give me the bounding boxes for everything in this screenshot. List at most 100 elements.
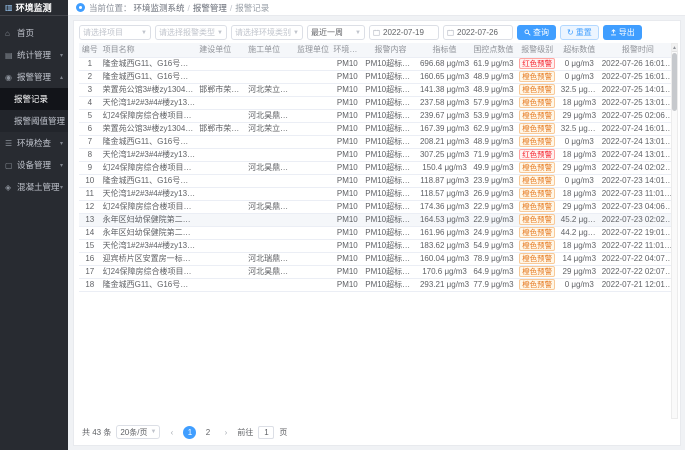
cell-level: 橙色预警 [516, 265, 559, 278]
export-button[interactable]: 导出 [603, 25, 642, 40]
cell-time: 2022-07-21 12:01:35 [600, 278, 676, 291]
alarm-type-select[interactable]: 请选择报警类型 ▼ [155, 25, 227, 40]
cell-project: 隆金城西G11、G16号楼项目 [101, 70, 198, 83]
env-type-select[interactable]: 请选择环境类别 ▼ [231, 25, 303, 40]
cell-value: 160.65 μg/m3 [418, 70, 471, 83]
cell-no: 16 [79, 252, 101, 265]
table-row[interactable]: 2隆金城西G11、G16号楼项目PM10PM10超标报警160.65 μg/m3… [79, 70, 676, 83]
cell-level: 橙色预警 [516, 83, 559, 96]
column-header-level: 报警级别 [516, 43, 559, 57]
table-row[interactable]: 7隆金城西G11、G16号楼项目PM10PM10超标报警208.21 μg/m3… [79, 135, 676, 148]
cell-excess: 0 μg/m3 [559, 57, 600, 70]
column-header-builder: 建设单位 [197, 43, 246, 57]
table-row[interactable]: 6荣置苑公馆3#楼zy130469..邯郸市荣晟房地产..河北荣立建筑工..PM… [79, 122, 676, 135]
cell-constructor: 河北荣立建筑工.. [246, 83, 295, 96]
table-row[interactable]: 3荣置苑公馆3#楼zy130469..邯郸市荣晟房地产..河北荣立建筑工..PM… [79, 83, 676, 96]
cell-time: 2022-07-25 16:01:29 [600, 70, 676, 83]
cell-excess: 0 μg/m3 [559, 174, 600, 187]
sidebar-item-label: 环境检查 [17, 137, 51, 149]
cell-env: PM10 [331, 278, 363, 291]
goto-page-input[interactable] [258, 426, 274, 439]
cell-project: 幻24保障房综合楼项目续建.. [101, 161, 198, 174]
sidebar-item-alarm-threshold[interactable]: 报警阈值管理 [0, 110, 68, 132]
cell-no: 8 [79, 148, 101, 161]
cell-value: 160.04 μg/m3 [418, 252, 471, 265]
project-select[interactable]: 请选择项目 ▼ [79, 25, 151, 40]
breadcrumb-item-records: 报警记录 [235, 2, 269, 14]
search-button[interactable]: 查询 [517, 25, 556, 40]
sidebar-item-alarm-management[interactable]: ◉ 报警管理 ▴ [0, 66, 68, 88]
cell-no: 18 [79, 278, 101, 291]
table-row[interactable]: 10隆金城西G11、G16号楼项目PM10PM10超标报警118.87 μg/m… [79, 174, 676, 187]
table-row[interactable]: 4天伦湾1#2#3#4#楼zy13042..PM10PM10超标报警237.58… [79, 96, 676, 109]
alarm-level-badge: 橙色预警 [519, 84, 555, 95]
table-row[interactable]: 1隆金城西G11、G16号楼项目PM10PM10超标报警696.68 μg/m3… [79, 57, 676, 70]
table-row[interactable]: 5幻24保障房综合楼项目续建..河北昊鼎建筑工..PM10PM10超标报警239… [79, 109, 676, 122]
cell-level: 橙色预警 [516, 109, 559, 122]
cell-excess: 0 μg/m3 [559, 135, 600, 148]
sidebar-item-env-inspection[interactable]: ☰ 环境检查 ▾ [0, 132, 68, 154]
table-row[interactable]: 8天伦湾1#2#3#4#楼zy13042..PM10PM10超标报警307.25… [79, 148, 676, 161]
cell-excess: 29 μg/m3 [559, 200, 600, 213]
cell-time: 2022-07-22 04:07:03 [600, 252, 676, 265]
cell-constructor [246, 135, 295, 148]
cell-national: 61.9 μg/m3 [471, 57, 515, 70]
sidebar-item-home[interactable]: ⌂ 首页 [0, 22, 68, 44]
scrollbar-up-arrow-icon[interactable]: ▲ [672, 44, 677, 52]
table-row[interactable]: 16迎宾桥片区安置房一标段zb..河北瑞鼎建设集..PM10PM10超标报警16… [79, 252, 676, 265]
breadcrumb-item-alarm[interactable]: 报警管理 [193, 2, 227, 14]
chevron-down-icon: ▼ [150, 429, 156, 435]
cell-content: PM10超标报警 [363, 135, 418, 148]
prev-page-button[interactable]: ‹ [165, 426, 178, 439]
table-row[interactable]: 9幻24保障房综合楼项目续建..河北昊鼎建筑工..PM10PM10超标报警150… [79, 161, 676, 174]
table-row[interactable]: 17幻24保障房综合楼项目续建..河北昊鼎建筑工..PM10PM10超标报警17… [79, 265, 676, 278]
next-page-button[interactable]: › [219, 426, 232, 439]
sidebar-item-concrete-management[interactable]: ◈ 混凝土管理 ▾ [0, 176, 68, 198]
cell-level: 橙色预警 [516, 252, 559, 265]
sidebar-item-device-management[interactable]: ▢ 设备管理 ▾ [0, 154, 68, 176]
cell-project: 荣置苑公馆3#楼zy130469.. [101, 122, 198, 135]
start-date-input[interactable]: 2022-07-19 [369, 25, 439, 40]
column-header-time: 报警时间 [600, 43, 676, 57]
page-size-select[interactable]: 20条/页 ▼ [116, 425, 160, 439]
cell-content: PM10超标报警 [363, 252, 418, 265]
cell-constructor: 河北荣立建筑工.. [246, 122, 295, 135]
alarm-type-placeholder: 请选择报警类型 [159, 27, 215, 38]
table-row[interactable]: 14永年区妇幼保健院第二期zy1..PM10PM10超标报警161.96 μg/… [79, 226, 676, 239]
table-row[interactable]: 12幻24保障房综合楼项目续建..河北昊鼎建筑工..PM10PM10超标报警17… [79, 200, 676, 213]
cell-national: 57.9 μg/m3 [471, 96, 515, 109]
cell-supervisor [295, 148, 331, 161]
breadcrumb-item-system[interactable]: 环境监测系统 [134, 2, 185, 14]
table-scrollbar[interactable]: ▲ [671, 43, 678, 419]
cell-time: 2022-07-23 14:01:26 [600, 174, 676, 187]
page-number-1[interactable]: 1 [183, 426, 196, 439]
location-pin-icon: ◈ [5, 183, 14, 192]
cell-value: 161.96 μg/m3 [418, 226, 471, 239]
scrollbar-thumb[interactable] [672, 53, 677, 111]
cell-content: PM10超标报警 [363, 278, 418, 291]
end-date-input[interactable]: 2022-07-26 [443, 25, 513, 40]
table-row[interactable]: 11天伦湾1#2#3#4#楼zy13042..PM10PM10超标报警118.5… [79, 187, 676, 200]
table-row[interactable]: 13永年区妇幼保健院第二期zy1..PM10PM10超标报警164.53 μg/… [79, 213, 676, 226]
date-range-select[interactable]: 最近一周 ▼ [307, 25, 365, 40]
table-header: 编号项目名称建设单位施工单位监理单位环境类别报警内容指标值国控点数值报警级别超标… [79, 43, 676, 57]
cell-time: 2022-07-22 02:07:39 [600, 265, 676, 278]
cell-env: PM10 [331, 70, 363, 83]
breadcrumb-prefix: 当前位置： [89, 2, 132, 14]
sidebar-item-alarm-records[interactable]: 报警记录 [0, 88, 68, 110]
cell-value: 141.38 μg/m3 [418, 83, 471, 96]
table-row[interactable]: 15天伦湾1#2#3#4#楼zy13042..PM10PM10超标报警183.6… [79, 239, 676, 252]
reset-button[interactable]: ↻ 重置 [560, 25, 599, 40]
goto-prefix: 前往 [237, 427, 253, 438]
cell-time: 2022-07-25 02:06:51 [600, 109, 676, 122]
alarm-level-badge: 橙色预警 [519, 266, 555, 277]
content-card: 请选择项目 ▼ 请选择报警类型 ▼ 请选择环境类别 ▼ 最近一周 ▼ 2022-… [73, 20, 681, 446]
cell-project: 天伦湾1#2#3#4#楼zy13042.. [101, 96, 198, 109]
sidebar-item-label: 混凝土管理 [17, 181, 60, 193]
chevron-down-icon: ▾ [60, 140, 63, 147]
sidebar-item-statistics[interactable]: ▤ 统计管理 ▾ [0, 44, 68, 66]
table-row[interactable]: 18隆金城西G11、G16号楼项目PM10PM10超标报警293.21 μg/m… [79, 278, 676, 291]
cell-env: PM10 [331, 148, 363, 161]
page-number-2[interactable]: 2 [201, 426, 214, 439]
cell-level: 红色预警 [516, 148, 559, 161]
